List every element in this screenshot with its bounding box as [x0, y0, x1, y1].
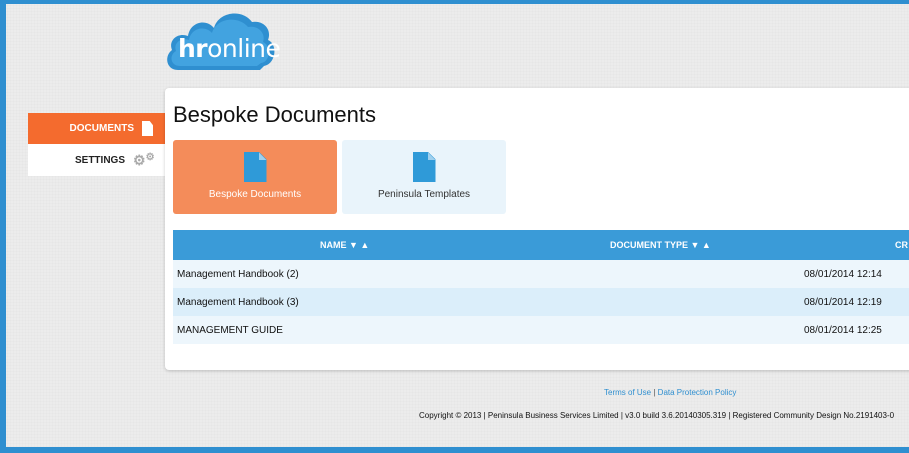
- footer-separator: |: [653, 388, 656, 397]
- tile-label: Bespoke Documents: [208, 189, 302, 200]
- cell-name[interactable]: Management Handbook (3): [177, 297, 299, 308]
- column-header-name[interactable]: NAME ▼ ▲: [320, 240, 369, 250]
- column-header-document-type[interactable]: DOCUMENT TYPE ▼ ▲: [610, 240, 711, 250]
- documents-table: NAME ▼ ▲ DOCUMENT TYPE ▼ ▲ CR Management…: [173, 230, 909, 344]
- cell-name[interactable]: Management Handbook (2): [177, 269, 299, 280]
- table-row[interactable]: Management Handbook (2) 08/01/2014 12:14: [173, 260, 909, 288]
- logo-text-online: online: [207, 34, 281, 63]
- page-title: Bespoke Documents: [173, 102, 376, 127]
- table-row[interactable]: MANAGEMENT GUIDE 08/01/2014 12:25: [173, 316, 909, 344]
- document-icon: [412, 152, 436, 182]
- document-icon: [243, 152, 267, 182]
- tile-label: Peninsula Templates: [377, 189, 471, 200]
- tile-bespoke-documents[interactable]: Bespoke Documents: [173, 140, 337, 214]
- app-frame: hronline DOCUMENTS SETTINGS ⚙⚙ Bespoke D…: [6, 4, 909, 447]
- sidebar-item-documents[interactable]: DOCUMENTS: [28, 113, 165, 144]
- table-header: NAME ▼ ▲ DOCUMENT TYPE ▼ ▲ CR: [173, 230, 909, 260]
- tile-peninsula-templates[interactable]: Peninsula Templates: [342, 140, 506, 214]
- document-icon: [142, 121, 153, 136]
- data-protection-policy-link[interactable]: Data Protection Policy: [658, 388, 737, 397]
- column-header-created[interactable]: CR: [895, 240, 908, 250]
- footer-links: Terms of Use | Data Protection Policy: [604, 388, 736, 397]
- table-row[interactable]: Management Handbook (3) 08/01/2014 12:19: [173, 288, 909, 316]
- cell-name[interactable]: MANAGEMENT GUIDE: [177, 325, 283, 336]
- cell-created: 08/01/2014 12:25: [804, 325, 882, 336]
- logo-text-hr: hr: [178, 34, 208, 63]
- cell-created: 08/01/2014 12:19: [804, 297, 882, 308]
- sidebar: DOCUMENTS SETTINGS ⚙⚙: [28, 113, 165, 176]
- hronline-logo[interactable]: hronline: [164, 8, 281, 74]
- main-panel: Bespoke Documents Bespoke Documents Peni…: [165, 88, 909, 370]
- cell-created: 08/01/2014 12:14: [804, 269, 882, 280]
- gear-icon: ⚙⚙: [133, 152, 155, 168]
- terms-of-use-link[interactable]: Terms of Use: [604, 388, 651, 397]
- logo-text: hronline: [178, 34, 281, 63]
- sidebar-item-label: DOCUMENTS: [69, 123, 134, 134]
- copyright-text: Copyright © 2013 | Peninsula Business Se…: [419, 411, 895, 420]
- sidebar-item-label: SETTINGS: [74, 154, 125, 166]
- sidebar-item-settings[interactable]: SETTINGS ⚙⚙: [28, 144, 165, 176]
